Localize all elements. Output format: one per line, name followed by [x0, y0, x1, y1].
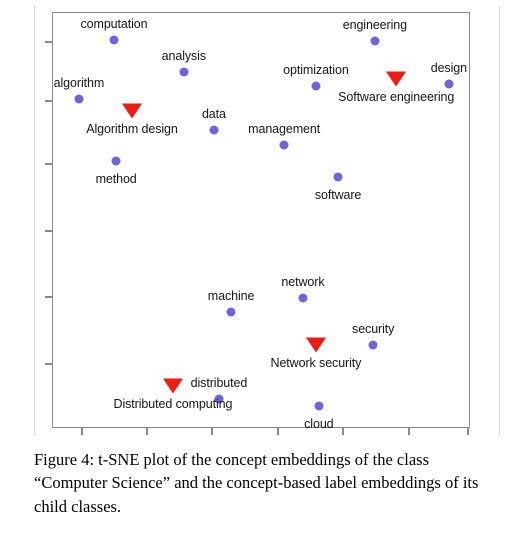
- concept-point-marker: [368, 340, 378, 350]
- concept-point-label: design: [430, 60, 467, 75]
- class-label-marker: [162, 378, 183, 394]
- concept-point-label: security: [352, 321, 395, 336]
- y-axis-tick: [45, 230, 52, 232]
- class-label-text: Network security: [270, 355, 362, 370]
- concept-point-marker: [209, 125, 219, 135]
- concept-point-label: engineering: [342, 17, 407, 32]
- x-axis-tick: [81, 428, 83, 435]
- concept-point-marker: [109, 35, 119, 45]
- x-axis-tick: [342, 428, 344, 435]
- x-axis-tick: [408, 428, 410, 435]
- class-label-marker: [305, 337, 326, 353]
- concept-point-marker: [179, 67, 189, 77]
- concept-point-label: network: [281, 274, 325, 289]
- concept-point-label: method: [95, 172, 137, 187]
- figure-container: computation analysis algorithm method data ma…: [0, 0, 526, 553]
- tsne-scatter-plot: computation analysis algorithm method data ma…: [45, 12, 470, 435]
- concept-point-label: software: [314, 187, 362, 202]
- x-axis-tick: [211, 428, 213, 435]
- class-label-text: Algorithm design: [86, 122, 178, 137]
- concept-point-marker: [74, 94, 84, 104]
- concept-point-label: data: [201, 106, 226, 121]
- concept-point-marker: [370, 36, 380, 46]
- concept-point-label: computation: [80, 17, 148, 32]
- x-axis-tick: [277, 428, 279, 435]
- concept-point-label: distributed: [190, 376, 248, 391]
- concept-point-marker: [314, 401, 324, 411]
- concept-point-label: analysis: [161, 49, 207, 64]
- concept-point-marker: [226, 307, 236, 317]
- concept-point-marker: [111, 156, 121, 166]
- figure-caption: Figure 4: t-SNE plot of the concept embe…: [34, 450, 479, 516]
- concept-point-label: cloud: [304, 417, 334, 432]
- concept-point-marker: [444, 79, 454, 89]
- y-axis-tick: [45, 41, 52, 43]
- concept-point-label: machine: [207, 289, 255, 304]
- concept-point-marker: [333, 172, 343, 182]
- concept-point-marker: [311, 81, 321, 91]
- y-axis-tick: [45, 163, 52, 165]
- concept-point-marker: [298, 293, 308, 303]
- concept-point-label: algorithm: [53, 76, 105, 91]
- class-label-text: Software engineering: [338, 90, 455, 105]
- y-axis-tick: [45, 296, 52, 298]
- concept-point-label: optimization: [283, 62, 349, 77]
- y-axis-tick: [45, 100, 52, 102]
- y-axis-tick: [45, 363, 52, 365]
- class-label-marker: [386, 71, 407, 87]
- x-axis-tick: [467, 428, 469, 435]
- concept-point-marker: [279, 140, 289, 150]
- class-label-text: Distributed computing: [113, 397, 233, 412]
- class-label-marker: [122, 103, 142, 119]
- concept-point-label: management: [248, 121, 321, 136]
- x-axis-tick: [146, 428, 148, 435]
